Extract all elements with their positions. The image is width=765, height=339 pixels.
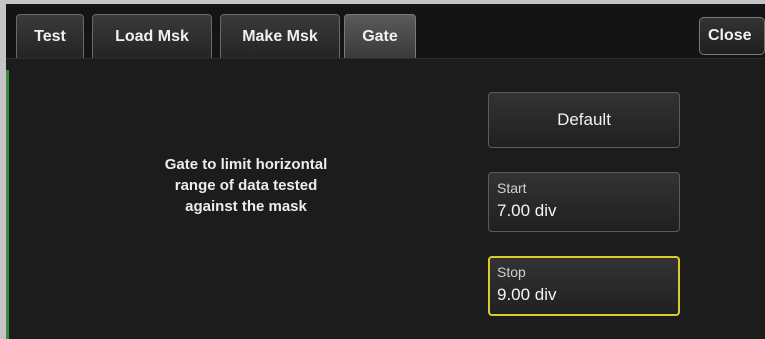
tab-gate[interactable]: Gate bbox=[344, 14, 416, 58]
accent-line bbox=[6, 70, 9, 339]
start-value: 7.00 div bbox=[497, 201, 557, 220]
start-field[interactable]: Start 7.00 div bbox=[488, 172, 680, 232]
tab-load-msk[interactable]: Load Msk bbox=[92, 14, 212, 58]
description-line: Gate to limit horizontal bbox=[164, 156, 328, 173]
description-line: against the mask bbox=[185, 198, 307, 215]
stop-field[interactable]: Stop 9.00 div bbox=[488, 256, 680, 316]
close-button[interactable]: Close bbox=[699, 17, 765, 55]
tab-bar: Test Load Msk Make Msk Gate Close bbox=[6, 4, 765, 59]
tab-test[interactable]: Test bbox=[16, 14, 84, 58]
start-label: Start bbox=[497, 180, 527, 196]
description-line: range of data tested bbox=[174, 177, 318, 194]
gate-description: Gate to limit horizontal range of data t… bbox=[116, 154, 376, 217]
stop-value: 9.00 div bbox=[497, 285, 557, 304]
gate-panel: Test Load Msk Make Msk Gate Close Gate t… bbox=[6, 4, 765, 339]
default-button[interactable]: Default bbox=[488, 92, 680, 148]
tab-make-msk[interactable]: Make Msk bbox=[220, 14, 340, 58]
stop-label: Stop bbox=[497, 264, 526, 280]
